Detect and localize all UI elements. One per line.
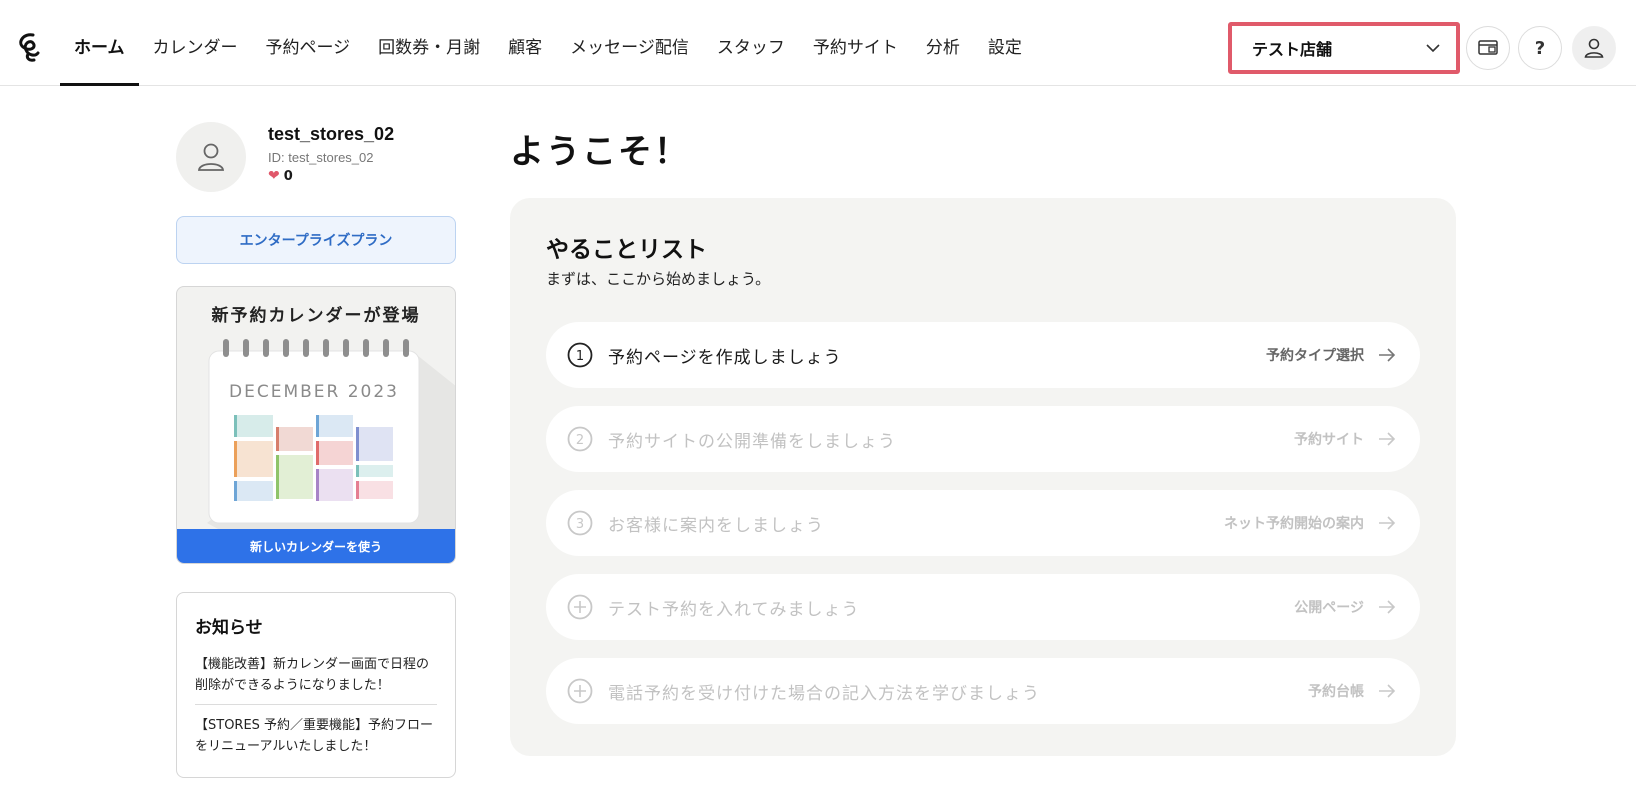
number-3-icon: 3 bbox=[567, 510, 593, 536]
nav-booking-site[interactable]: 予約サイト bbox=[799, 0, 912, 86]
arrow-right-icon bbox=[1379, 600, 1396, 614]
svg-text:1: 1 bbox=[576, 349, 584, 364]
news-item[interactable]: 【機能改善】新カレンダー画面で日程の削除ができるようになりました！ bbox=[195, 654, 437, 704]
help-button[interactable]: ? bbox=[1518, 26, 1562, 70]
nav-tickets-monthly[interactable]: 回数券・月謝 bbox=[364, 0, 494, 86]
task-link: 予約サイト bbox=[1294, 432, 1364, 448]
likes-value: 0 bbox=[283, 168, 293, 184]
username: test_stores_02 bbox=[268, 124, 395, 144]
nav-customers[interactable]: 顧客 bbox=[494, 0, 556, 86]
svg-text:2: 2 bbox=[576, 433, 584, 448]
arrow-right-icon bbox=[1379, 432, 1396, 446]
user-icon bbox=[1584, 38, 1604, 58]
todo-task-test-booking[interactable]: テスト予約を入れてみましょう 公開ページ bbox=[546, 574, 1420, 640]
news-title: お知らせ bbox=[195, 618, 263, 638]
nav-settings[interactable]: 設定 bbox=[974, 0, 1036, 86]
todo-card: やることリスト まずは、ここから始めましょう。 1 予約ページを作成しましょう … bbox=[510, 198, 1456, 756]
todo-subtitle: まずは、ここから始めましょう。 bbox=[546, 270, 771, 288]
task-label: お客様に案内をしましょう bbox=[608, 515, 824, 536]
main-nav: ホーム カレンダー 予約ページ 回数券・月謝 顧客 メッセージ配信 スタッフ 予… bbox=[60, 0, 1036, 86]
nav-home[interactable]: ホーム bbox=[60, 0, 139, 86]
nav-booking-pages[interactable]: 予約ページ bbox=[252, 0, 365, 86]
task-label: 電話予約を受け付けた場合の記入方法を学びましょう bbox=[608, 683, 1040, 704]
user-id: ID: test_stores_02 bbox=[268, 150, 374, 165]
nav-analytics[interactable]: 分析 bbox=[912, 0, 974, 86]
svg-text:3: 3 bbox=[576, 517, 584, 532]
user-icon bbox=[197, 143, 225, 171]
todo-task-prepare-booking-site[interactable]: 2 予約サイトの公開準備をしましょう 予約サイト bbox=[546, 406, 1420, 472]
todo-task-learn-phone-booking[interactable]: 電話予約を受け付けた場合の記入方法を学びましょう 予約台帳 bbox=[546, 658, 1420, 724]
store-select[interactable]: テスト店舗 bbox=[1228, 22, 1460, 74]
arrow-right-icon bbox=[1379, 348, 1396, 362]
new-calendar-promo[interactable]: 新予約カレンダーが登場 DECEMBER 2023 新しいカレンダーを使う bbox=[176, 286, 456, 564]
number-2-icon: 2 bbox=[567, 426, 593, 452]
likes-count: ❤ 0 bbox=[268, 168, 293, 184]
store-window-icon bbox=[1478, 40, 1498, 55]
promo-title: 新予約カレンダーが登場 bbox=[211, 306, 421, 326]
page-title: ようこそ！ bbox=[510, 132, 690, 172]
task-label: 予約ページを作成しましょう bbox=[608, 347, 842, 368]
task-label: テスト予約を入れてみましょう bbox=[608, 599, 860, 620]
news-item[interactable]: 【STORES 予約／重要機能】予約フローをリニューアルいたしました！ bbox=[195, 704, 437, 765]
plus-circle-icon bbox=[567, 594, 593, 620]
arrow-right-icon bbox=[1379, 684, 1396, 698]
account-button[interactable] bbox=[1572, 26, 1616, 70]
use-new-calendar-button[interactable]: 新しいカレンダーを使う bbox=[177, 529, 455, 563]
task-link: 予約台帳 bbox=[1308, 684, 1364, 700]
nav-staff[interactable]: スタッフ bbox=[703, 0, 799, 86]
todo-title: やることリスト bbox=[546, 237, 707, 263]
top-header: ホーム カレンダー 予約ページ 回数券・月謝 顧客 メッセージ配信 スタッフ 予… bbox=[0, 0, 1636, 86]
plus-circle-icon bbox=[567, 678, 593, 704]
avatar[interactable] bbox=[176, 122, 246, 192]
stores-logo-icon[interactable] bbox=[12, 30, 46, 64]
store-switch-button[interactable] bbox=[1466, 26, 1510, 70]
todo-task-notify-customers[interactable]: 3 お客様に案内をしましょう ネット予約開始の案内 bbox=[546, 490, 1420, 556]
chevron-down-icon bbox=[1426, 44, 1440, 53]
nav-message-delivery[interactable]: メッセージ配信 bbox=[556, 0, 703, 86]
store-select-value: テスト店舗 bbox=[1252, 40, 1333, 59]
task-link: 予約タイプ選択 bbox=[1266, 348, 1364, 364]
plan-button[interactable]: エンタープライズプラン bbox=[176, 216, 456, 264]
news-panel: お知らせ 【機能改善】新カレンダー画面で日程の削除ができるようになりました！ 【… bbox=[176, 592, 456, 778]
number-1-icon: 1 bbox=[567, 342, 593, 368]
task-label: 予約サイトの公開準備をしましょう bbox=[608, 431, 896, 452]
task-link: 公開ページ bbox=[1294, 600, 1364, 616]
heart-icon: ❤ bbox=[268, 168, 280, 184]
calendar-month-label: DECEMBER 2023 bbox=[229, 382, 399, 402]
help-icon: ? bbox=[1534, 37, 1546, 59]
todo-task-create-booking-page[interactable]: 1 予約ページを作成しましょう 予約タイプ選択 bbox=[546, 322, 1420, 388]
arrow-right-icon bbox=[1379, 516, 1396, 530]
nav-calendar[interactable]: カレンダー bbox=[139, 0, 252, 86]
calendar-illustration: DECEMBER 2023 bbox=[207, 339, 455, 537]
task-link: ネット予約開始の案内 bbox=[1224, 516, 1364, 532]
